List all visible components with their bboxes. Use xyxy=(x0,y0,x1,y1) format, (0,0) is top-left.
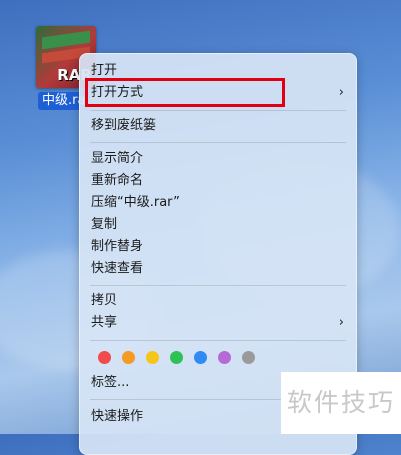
menu-separator xyxy=(90,142,346,143)
tag-color-yellow[interactable] xyxy=(146,351,159,364)
menu-item-duplicate[interactable]: 复制 xyxy=(91,214,344,236)
menu-item-share[interactable]: 共享 › xyxy=(91,312,344,334)
watermark-text: 软件技巧 xyxy=(281,372,401,434)
menu-item-get-info[interactable]: 显示简介 xyxy=(91,148,344,170)
tag-color-green[interactable] xyxy=(170,351,183,364)
menu-item-copy[interactable]: 拷贝 xyxy=(91,290,344,312)
menu-item-quick-look[interactable]: 快速查看 xyxy=(91,258,344,280)
menu-separator xyxy=(90,110,346,111)
chevron-right-icon: › xyxy=(338,315,344,330)
tag-color-purple[interactable] xyxy=(218,351,231,364)
highlight-box xyxy=(85,78,285,107)
chevron-right-icon: › xyxy=(338,85,344,100)
tag-color-red[interactable] xyxy=(98,351,111,364)
tag-color-blue[interactable] xyxy=(194,351,207,364)
menu-item-compress[interactable]: 压缩“中级.rar” xyxy=(91,192,344,214)
tag-color-gray[interactable] xyxy=(242,351,255,364)
menu-separator xyxy=(90,285,346,286)
menu-item-label: 共享 xyxy=(91,315,118,330)
menu-item-move-to-trash[interactable]: 移到废纸篓 xyxy=(91,115,344,137)
menu-item-rename[interactable]: 重新命名 xyxy=(91,170,344,192)
tag-color-orange[interactable] xyxy=(122,351,135,364)
menu-item-make-alias[interactable]: 制作替身 xyxy=(91,236,344,258)
menu-separator xyxy=(90,340,346,341)
